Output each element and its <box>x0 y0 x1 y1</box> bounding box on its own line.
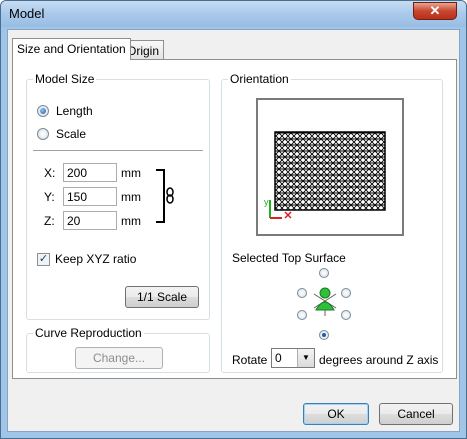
scale-label: Scale <box>56 127 87 141</box>
x-axis-cross-icon <box>284 211 292 219</box>
chain-link-icon[interactable] <box>155 166 177 226</box>
title-bar[interactable]: Model ✕ <box>1 1 466 27</box>
model-size-label: Model Size <box>33 72 97 86</box>
surface-bottom-radio[interactable] <box>319 330 329 340</box>
top-surface-selector <box>288 268 360 340</box>
rotate-label: Rotate <box>232 353 268 367</box>
ok-button[interactable]: OK <box>303 403 369 425</box>
y-unit: mm <box>121 190 141 204</box>
mesh-surface <box>274 131 386 211</box>
curve-reproduction-group: Curve Reproduction Change... <box>26 326 210 373</box>
tab-label: Size and Orientation <box>17 42 126 56</box>
chevron-down-icon: ▼ <box>297 349 314 367</box>
z-unit: mm <box>121 214 141 228</box>
y-label: Y: <box>44 190 55 204</box>
tab-size-and-orientation[interactable]: Size and Orientation <box>12 38 131 60</box>
keep-ratio-checkbox[interactable]: ✓ <box>37 253 50 266</box>
surface-lower-right-radio[interactable] <box>341 310 351 320</box>
y-axis-label: y <box>264 197 269 207</box>
close-icon: ✕ <box>429 3 441 18</box>
cancel-button[interactable]: Cancel <box>379 403 453 425</box>
separator <box>33 150 203 152</box>
z-label: Z: <box>44 214 55 228</box>
dialog-body: Size and Orientation Origin Model Size L… <box>7 29 460 432</box>
surface-lower-left-radio[interactable] <box>297 310 307 320</box>
orientation-preview[interactable]: y <box>256 98 404 236</box>
x-field[interactable]: 200 <box>63 163 117 182</box>
tab-label: Origin <box>127 44 160 58</box>
orientation-label: Orientation <box>228 72 291 86</box>
keep-ratio-label: Keep XYZ ratio <box>55 252 137 266</box>
one-to-one-scale-button[interactable]: 1/1 Scale <box>125 286 199 308</box>
x-label: X: <box>44 166 56 180</box>
change-button[interactable]: Change... <box>75 347 163 369</box>
orientation-group: Orientation y Selected Top Surface Rotat… <box>221 72 443 373</box>
scale-radio[interactable] <box>37 128 49 140</box>
length-radio[interactable] <box>37 105 49 117</box>
figure-icon <box>313 287 337 316</box>
selected-top-surface-label: Selected Top Surface <box>232 251 346 265</box>
x-unit: mm <box>121 166 141 180</box>
surface-upper-right-radio[interactable] <box>341 288 351 298</box>
close-button[interactable]: ✕ <box>413 2 457 20</box>
rotate-suffix: degrees around Z axis <box>319 353 439 367</box>
rotate-select[interactable]: 0 ▼ <box>271 348 315 368</box>
model-dialog: Model ✕ Size and Orientation Origin Mode… <box>0 0 467 439</box>
tab-panel: Model Size Length Scale X: 200 mm Y: 150… <box>12 59 457 379</box>
window-title: Model <box>9 6 45 21</box>
y-field[interactable]: 150 <box>63 187 117 206</box>
mesh-preview: y <box>264 131 386 219</box>
z-field[interactable]: 20 <box>63 211 117 230</box>
model-size-group: Model Size Length Scale X: 200 mm Y: 150… <box>26 72 210 320</box>
surface-top-radio[interactable] <box>319 268 329 278</box>
rotate-value: 0 <box>275 351 282 365</box>
curve-reproduction-label: Curve Reproduction <box>33 326 144 340</box>
surface-upper-left-radio[interactable] <box>297 288 307 298</box>
length-label: Length <box>56 104 93 118</box>
